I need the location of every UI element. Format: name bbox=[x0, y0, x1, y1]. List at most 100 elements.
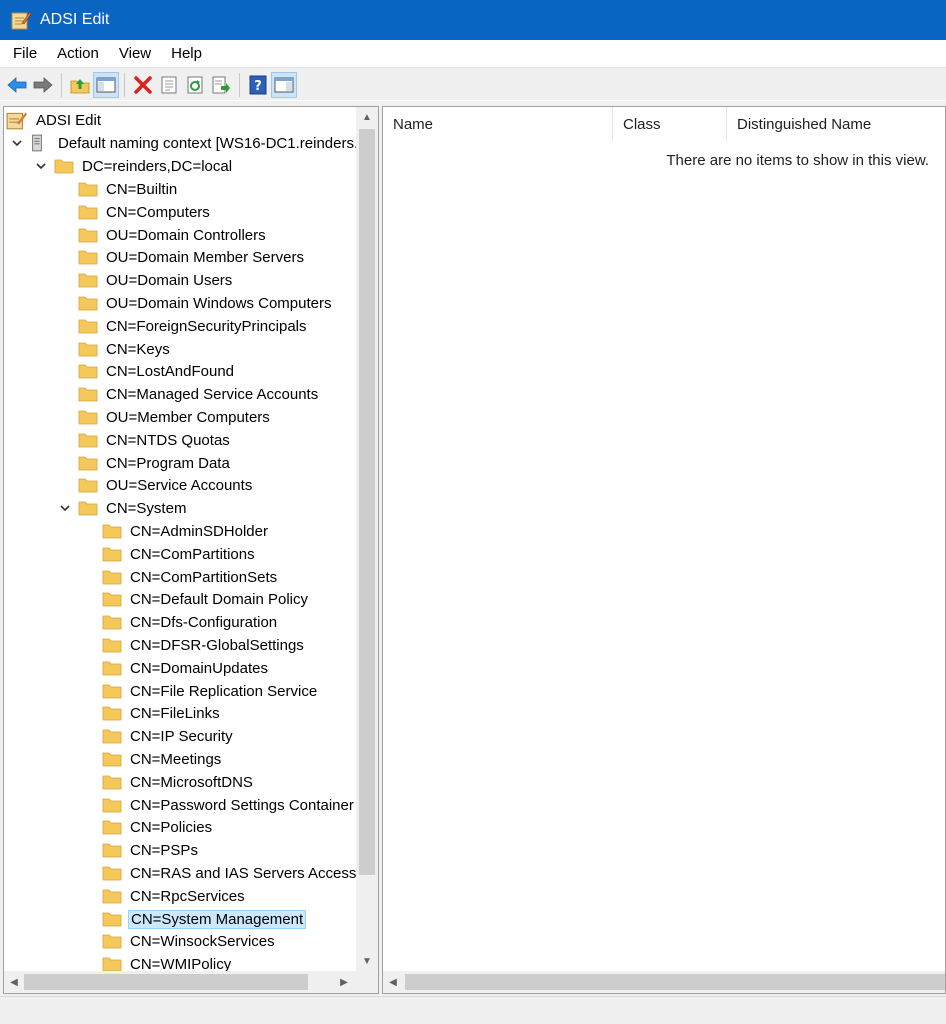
tree-item[interactable]: CN=ComPartitions bbox=[82, 543, 257, 565]
tree-item-domain[interactable]: DC=reinders,DC=local bbox=[34, 155, 234, 177]
tree-item-label: CN=WinsockServices bbox=[130, 932, 275, 950]
tree-item[interactable]: CN=PSPs bbox=[82, 839, 200, 861]
tree-item[interactable]: CN=File Replication Service bbox=[82, 680, 319, 702]
folder-icon bbox=[78, 456, 98, 471]
help-button[interactable]: ? bbox=[245, 72, 271, 98]
up-one-level-button[interactable] bbox=[67, 72, 93, 98]
folder-icon bbox=[78, 250, 98, 265]
menu-action[interactable]: Action bbox=[50, 45, 106, 62]
folder-icon bbox=[102, 934, 122, 949]
back-button[interactable] bbox=[4, 72, 30, 98]
folder-icon bbox=[78, 501, 98, 516]
tree-horizontal-scrollbar[interactable]: ◀ ▶ bbox=[4, 971, 356, 993]
tree-item[interactable]: CN=Password Settings Container bbox=[82, 794, 356, 816]
show-hide-action-pane-button[interactable] bbox=[271, 71, 297, 98]
tree-item[interactable]: OU=Member Computers bbox=[58, 406, 272, 428]
show-hide-console-tree-button[interactable] bbox=[93, 71, 119, 98]
tree-item[interactable]: CN=NTDS Quotas bbox=[58, 429, 232, 451]
tree-item-label: Default naming context [WS16-DC1.reinder… bbox=[58, 134, 356, 152]
tree-item-label: CN=Builtin bbox=[106, 180, 178, 198]
list-horizontal-scrollbar[interactable]: ◀ bbox=[383, 971, 945, 993]
scroll-thumb[interactable] bbox=[405, 974, 945, 990]
tree-item[interactable]: CN=Policies bbox=[82, 816, 214, 838]
tree-item[interactable]: CN=RAS and IAS Servers Access Ch bbox=[82, 862, 356, 884]
tree-item-label: OU=Domain Controllers bbox=[106, 226, 266, 244]
tree-item[interactable]: CN=Computers bbox=[58, 201, 212, 223]
tree-item[interactable]: CN=Program Data bbox=[58, 452, 232, 474]
folder-icon bbox=[102, 820, 122, 835]
scroll-thumb[interactable] bbox=[24, 974, 308, 990]
tree-item[interactable]: CN=DFSR-GlobalSettings bbox=[82, 634, 306, 656]
chevron-down-icon[interactable] bbox=[58, 501, 72, 515]
folder-icon bbox=[102, 547, 122, 562]
scroll-left-icon[interactable]: ◀ bbox=[383, 971, 403, 993]
tree-item[interactable]: CN=Dfs-Configuration bbox=[82, 611, 279, 633]
tree-item[interactable]: CN=FileLinks bbox=[82, 702, 222, 724]
tree-item[interactable]: CN=Managed Service Accounts bbox=[58, 383, 320, 405]
chevron-down-icon[interactable] bbox=[10, 136, 24, 150]
title-bar: ADSI Edit bbox=[0, 0, 946, 40]
tree-item[interactable]: CN=ComPartitionSets bbox=[82, 566, 279, 588]
tree-item-label: CN=PSPs bbox=[130, 841, 198, 859]
menu-file[interactable]: File bbox=[6, 45, 44, 62]
folder-icon bbox=[78, 319, 98, 334]
tree-item[interactable]: CN=DomainUpdates bbox=[82, 657, 270, 679]
folder-icon bbox=[102, 684, 122, 699]
toolbar-separator bbox=[124, 72, 125, 97]
export-list-button[interactable] bbox=[208, 72, 234, 98]
tree-item[interactable]: CN=Meetings bbox=[82, 748, 223, 770]
column-header-class[interactable]: Class bbox=[613, 107, 727, 141]
folder-icon bbox=[78, 478, 98, 493]
tree-item-naming-context[interactable]: Default naming context [WS16-DC1.reinder… bbox=[10, 132, 356, 154]
tree-item[interactable]: CN=RpcServices bbox=[82, 885, 247, 907]
tree-item[interactable]: OU=Domain Windows Computers bbox=[58, 292, 334, 314]
tree-item[interactable]: CN=ForeignSecurityPrincipals bbox=[58, 315, 309, 337]
console-tree-pane: ADSI Edit Default naming context [WS16-D… bbox=[3, 106, 379, 994]
tree-item-label: OU=Service Accounts bbox=[106, 476, 253, 494]
tree-item[interactable]: OU=Service Accounts bbox=[58, 474, 254, 496]
chevron-down-icon[interactable] bbox=[34, 159, 48, 173]
delete-button[interactable] bbox=[130, 72, 156, 98]
tree-item[interactable]: OU=Domain Member Servers bbox=[58, 246, 306, 268]
toolbar-separator bbox=[239, 72, 240, 97]
tree-item-label: CN=System Management bbox=[128, 909, 307, 929]
tree-item[interactable]: OU=Domain Users bbox=[58, 269, 234, 291]
column-header-distinguished-name[interactable]: Distinguished Name bbox=[727, 107, 945, 141]
tree-item[interactable]: CN=LostAndFound bbox=[58, 360, 236, 382]
tree-root[interactable]: ADSI Edit bbox=[6, 109, 103, 131]
tree-item[interactable]: CN=WinsockServices bbox=[82, 930, 277, 952]
tree-item[interactable]: CN=Keys bbox=[58, 338, 172, 360]
folder-icon bbox=[102, 638, 122, 653]
adsi-edit-app-icon bbox=[11, 11, 32, 30]
tree-item[interactable]: CN=MicrosoftDNS bbox=[82, 771, 255, 793]
tree-item[interactable]: OU=Domain Controllers bbox=[58, 224, 268, 246]
scroll-left-icon[interactable]: ◀ bbox=[4, 971, 24, 993]
tree-item[interactable]: CN=Default Domain Policy bbox=[82, 588, 310, 610]
folder-icon bbox=[78, 182, 98, 197]
toolbar: ? bbox=[0, 69, 946, 101]
menu-help[interactable]: Help bbox=[164, 45, 209, 62]
folder-icon bbox=[78, 364, 98, 379]
scroll-up-icon[interactable]: ▲ bbox=[356, 107, 378, 127]
tree-item-label: CN=File Replication Service bbox=[130, 682, 318, 700]
refresh-button[interactable] bbox=[182, 72, 208, 98]
tree-item[interactable]: CN=IP Security bbox=[82, 725, 235, 747]
folder-icon bbox=[78, 296, 98, 311]
tree-item[interactable]: CN=Builtin bbox=[58, 178, 179, 200]
scroll-right-icon[interactable]: ▶ bbox=[334, 971, 354, 993]
tree-item-label: CN=MicrosoftDNS bbox=[130, 773, 253, 791]
properties-button[interactable] bbox=[156, 72, 182, 98]
tree-vertical-scrollbar[interactable]: ▲ ▼ bbox=[356, 107, 378, 971]
menu-view[interactable]: View bbox=[112, 45, 158, 62]
tree-item[interactable]: CN=AdminSDHolder bbox=[82, 520, 270, 542]
folder-icon bbox=[102, 889, 122, 904]
scroll-thumb[interactable] bbox=[359, 129, 375, 875]
tree-item[interactable]: CN=System bbox=[58, 497, 188, 519]
scroll-down-icon[interactable]: ▼ bbox=[356, 951, 378, 971]
tree-item[interactable]: CN=WMIPolicy bbox=[82, 953, 233, 971]
forward-button[interactable] bbox=[30, 72, 56, 98]
column-header-name[interactable]: Name bbox=[383, 107, 613, 141]
tree-item-label: CN=Program Data bbox=[106, 454, 230, 472]
folder-icon bbox=[78, 410, 98, 425]
tree-item[interactable]: CN=System Management bbox=[82, 908, 307, 930]
